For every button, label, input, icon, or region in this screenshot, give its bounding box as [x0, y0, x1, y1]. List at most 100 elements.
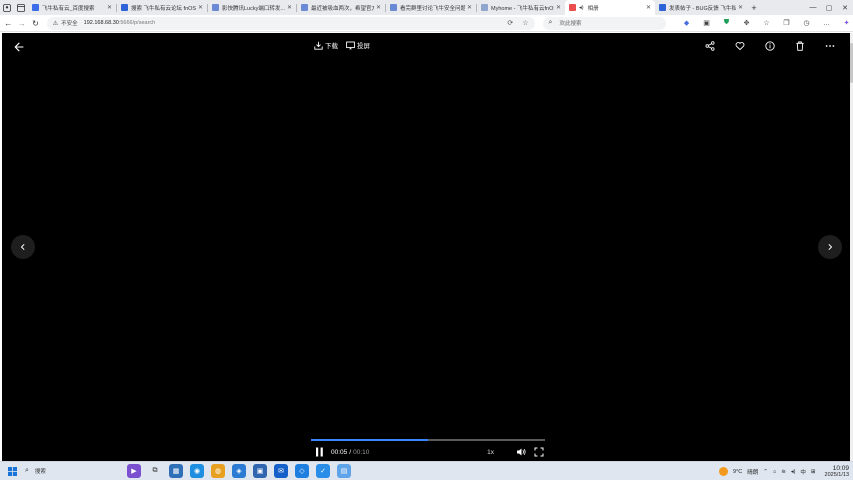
- top-actions: 下载 投屏: [314, 40, 370, 50]
- favorite-star-icon[interactable]: ☆: [522, 19, 528, 27]
- todo-app-icon[interactable]: ✓: [316, 464, 330, 478]
- url-path: :5666/p/search: [118, 20, 156, 26]
- clock[interactable]: 10:09 2025/1/13: [825, 465, 849, 479]
- browser-tab[interactable]: 看完群里讨论飞牛安全问题... ✕: [386, 0, 476, 15]
- collections-icon[interactable]: ❐: [780, 19, 793, 27]
- extension-icon[interactable]: ◆: [680, 19, 693, 27]
- translate-icon[interactable]: ⟳: [507, 19, 513, 27]
- tab-close-icon[interactable]: ✕: [198, 4, 203, 11]
- more-options-icon[interactable]: [824, 39, 836, 53]
- extension-icons: ◆ ▣ ⛊ ✥ ☆ ❐ ◷ … ✦: [680, 19, 853, 27]
- tab-title: 影快腾讯Lucky端口转发...: [222, 5, 285, 12]
- share-icon[interactable]: [704, 39, 716, 53]
- reading-icon[interactable]: ▣: [700, 19, 713, 27]
- tab-close-icon[interactable]: ✕: [646, 4, 651, 11]
- network-icon[interactable]: ⌂: [773, 469, 776, 475]
- browser-tab[interactable]: 影快腾讯Lucky端口转发... ✕: [208, 0, 296, 15]
- extensions-puzzle-icon[interactable]: ✥: [740, 19, 753, 27]
- tab-title: 飞牛私有云_百度搜索: [42, 5, 95, 12]
- warning-icon: ⚠: [52, 20, 59, 27]
- back-icon[interactable]: ←: [3, 19, 14, 28]
- window-app-icon[interactable]: ▤: [337, 464, 351, 478]
- browser-toolbar: ← → ↻ ⚠ 不安全 192.168.68.30 :5666/p/search…: [0, 15, 853, 32]
- chevron-up-icon[interactable]: ⌃: [763, 469, 768, 475]
- back-arrow-icon[interactable]: [12, 40, 26, 54]
- calculator-app-icon[interactable]: ▦: [169, 464, 183, 478]
- history-icon[interactable]: ◷: [800, 19, 813, 27]
- shield-icon[interactable]: ⛊: [720, 19, 733, 27]
- web-search-box[interactable]: ⌕ 欢此搜索: [542, 16, 667, 30]
- wifi-icon[interactable]: ≋: [781, 469, 786, 475]
- speaker-icon[interactable]: ◂): [579, 5, 584, 11]
- windows-start-icon[interactable]: [5, 466, 19, 476]
- cast-button[interactable]: 投屏: [346, 40, 370, 50]
- more-icon[interactable]: …: [820, 20, 833, 27]
- minimize-button[interactable]: —: [805, 4, 821, 11]
- windows-taskbar: ⌕ 搜索 ▶ ⧉ ▦ ◉ ◍ ◈ ▣ ✉ ◇ ✓ ▤ 9°C 晴朗 ⌃ ⌂ ≋ …: [0, 461, 853, 480]
- weather-temp: 9°C: [733, 468, 743, 475]
- tab-close-icon[interactable]: ✕: [107, 4, 112, 11]
- chrome-browser-icon[interactable]: ◍: [211, 464, 225, 478]
- speaker-icon[interactable]: ◂): [791, 469, 796, 475]
- media-viewer: 下载 投屏 00:05 / 00:10 1x: [2, 33, 850, 461]
- browser-tab[interactable]: 最近被吸血两次，希望官方...✕: [297, 0, 385, 15]
- tab-close-icon[interactable]: ✕: [467, 4, 472, 11]
- browser-tab[interactable]: 飞牛私有云_百度搜索 ✕: [28, 0, 116, 15]
- taskbar-apps: ▶ ⧉ ▦ ◉ ◍ ◈ ▣ ✉ ◇ ✓ ▤: [127, 464, 351, 478]
- browser-tab[interactable]: ◂) 相册 ✕: [565, 0, 655, 15]
- maximize-button[interactable]: ▢: [821, 4, 837, 12]
- copilot-icon[interactable]: ✦: [840, 19, 853, 27]
- window-controls: — ▢ ✕: [805, 0, 853, 15]
- taskbar-search[interactable]: ⌕ 搜索: [25, 465, 107, 478]
- vscode-app-icon[interactable]: ◇: [295, 464, 309, 478]
- store-app-icon[interactable]: ▣: [253, 464, 267, 478]
- profile-icon[interactable]: [0, 0, 14, 15]
- weather-icon: [719, 467, 729, 476]
- tab-favicon-icon: [301, 4, 308, 11]
- info-icon[interactable]: [764, 39, 776, 53]
- forward-icon[interactable]: →: [17, 19, 28, 28]
- tab-close-icon[interactable]: ✕: [287, 4, 292, 11]
- browser-tab[interactable]: 发表帖子 - BUG反馈 飞牛私有云✕: [655, 0, 747, 15]
- fullscreen-icon[interactable]: [533, 446, 545, 458]
- trash-icon[interactable]: [794, 39, 806, 53]
- browser-tab[interactable]: Myhome - 飞牛私有云fnOS ✕: [477, 0, 565, 15]
- video-controls: 00:05 / 00:10 1x: [311, 445, 545, 459]
- cast-label: 投屏: [357, 43, 370, 50]
- media-app-icon[interactable]: ▶: [127, 464, 141, 478]
- favorites-icon[interactable]: ☆: [760, 19, 773, 27]
- app-icon[interactable]: ◈: [232, 464, 246, 478]
- tab-favicon-icon: [481, 4, 488, 11]
- tab-close-icon[interactable]: ✕: [376, 4, 381, 11]
- previous-button[interactable]: [11, 235, 35, 259]
- heart-icon[interactable]: [734, 39, 746, 53]
- mail-app-icon[interactable]: ✉: [274, 464, 288, 478]
- tab-favicon-icon: [32, 4, 39, 11]
- video-progress-bar[interactable]: [311, 439, 545, 441]
- playback-speed-button[interactable]: 1x: [487, 449, 494, 456]
- next-button[interactable]: [818, 235, 842, 259]
- tab-favicon-icon: [390, 4, 397, 11]
- new-tab-button[interactable]: +: [747, 3, 761, 13]
- security-label: 不安全: [61, 21, 78, 27]
- ime-indicator[interactable]: 中: [800, 468, 806, 476]
- tab-close-icon[interactable]: ✕: [556, 4, 561, 11]
- download-icon: [314, 41, 323, 50]
- refresh-icon[interactable]: ↻: [30, 19, 41, 28]
- pause-button[interactable]: [313, 446, 325, 458]
- tab-favicon-icon: [212, 4, 219, 11]
- volume-icon[interactable]: [515, 446, 527, 458]
- tab-title: 看完群里讨论飞牛安全问题...: [400, 5, 465, 12]
- close-window-button[interactable]: ✕: [837, 4, 853, 12]
- ime-mode-icon[interactable]: ⊞: [811, 469, 816, 475]
- chevron-left-icon: [20, 243, 25, 251]
- tab-close-icon[interactable]: ✕: [738, 4, 743, 11]
- tab-actions-icon[interactable]: [14, 0, 28, 15]
- tab-favicon-icon: [659, 4, 666, 11]
- download-button[interactable]: 下载: [314, 40, 338, 50]
- current-time: 00:05: [331, 448, 348, 456]
- task-view-icon[interactable]: ⧉: [148, 464, 162, 478]
- browser-tab[interactable]: 搜索 飞牛私有云论坛 fnOS ✕: [117, 0, 207, 15]
- edge-browser-icon[interactable]: ◉: [190, 464, 204, 478]
- address-bar[interactable]: ⚠ 不安全 192.168.68.30 :5666/p/search ⟳ ☆: [46, 16, 535, 30]
